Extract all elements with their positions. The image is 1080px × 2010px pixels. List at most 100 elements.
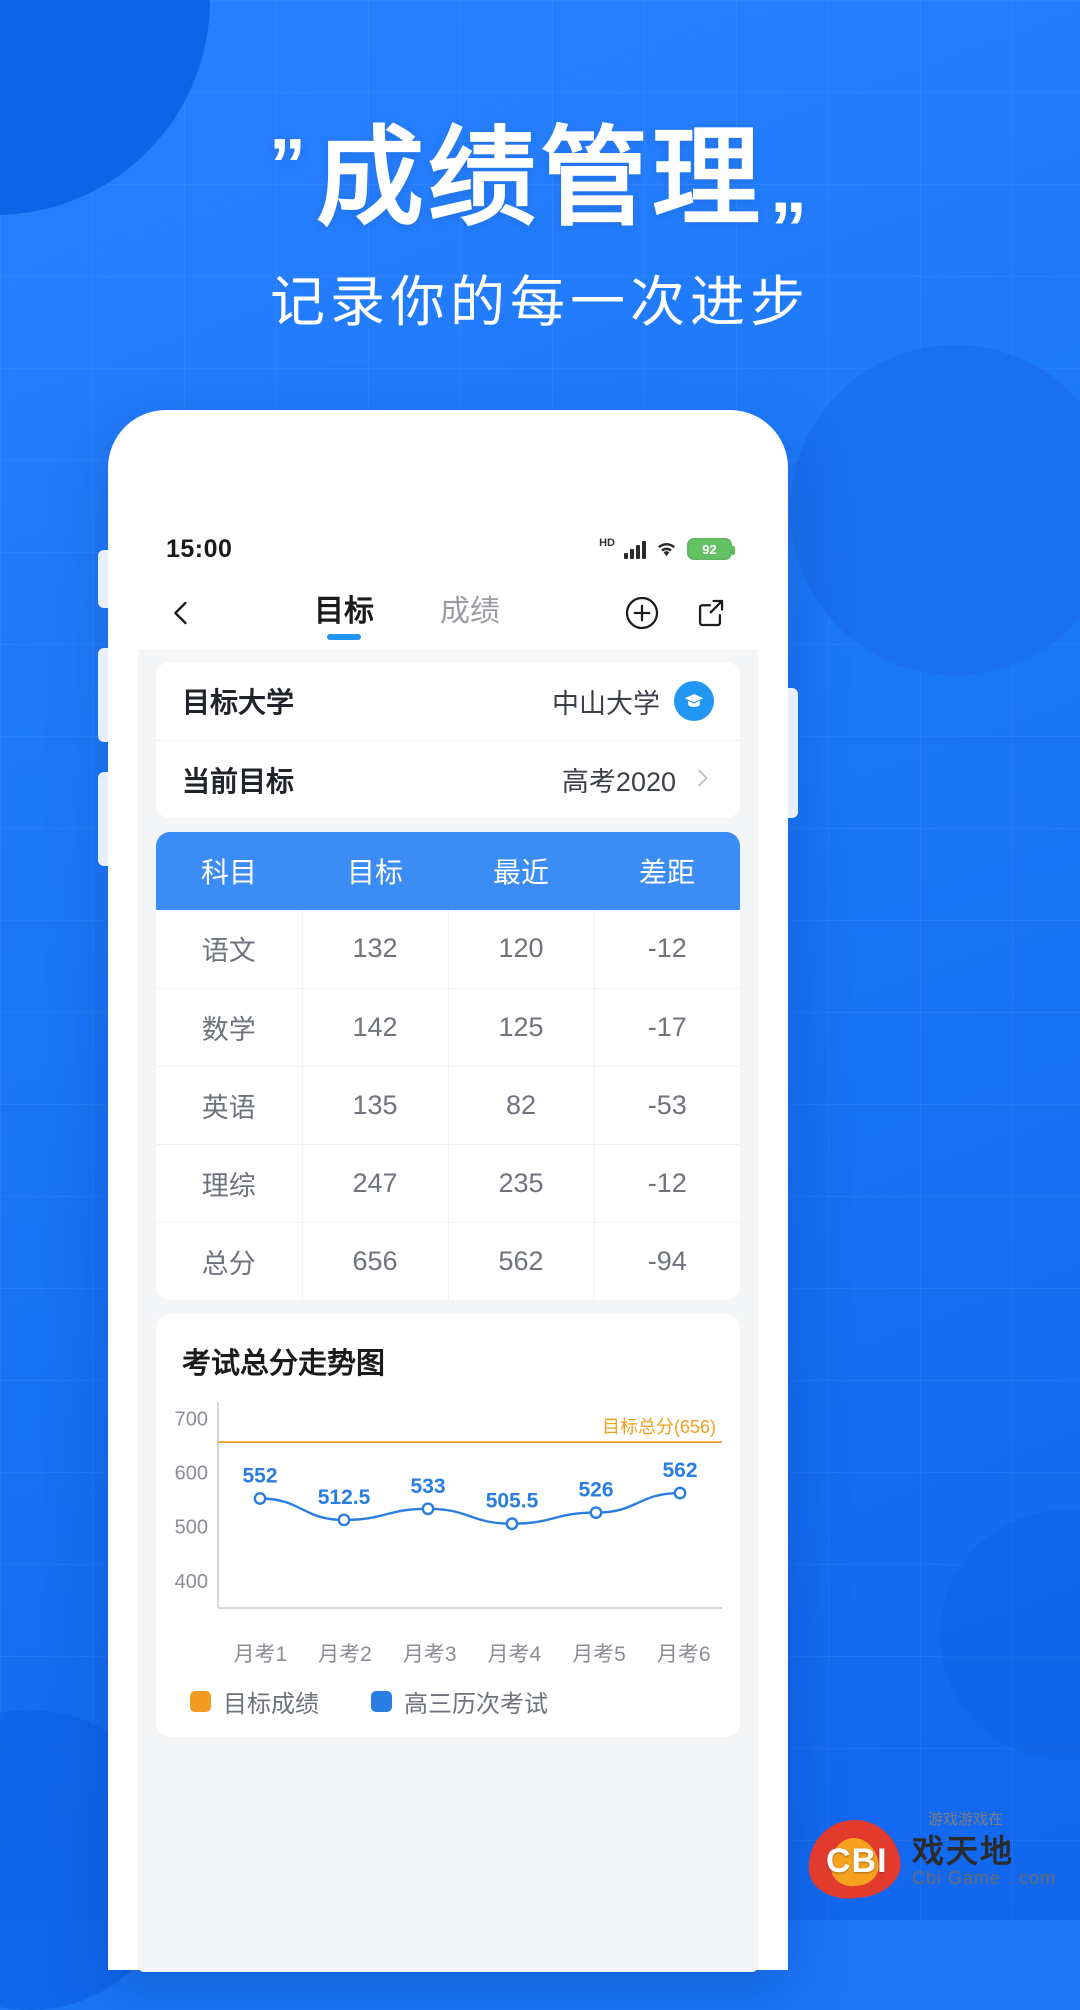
share-button[interactable] — [690, 593, 730, 633]
cell-recent: 82 — [448, 1066, 595, 1145]
cell-gap: -17 — [594, 988, 740, 1067]
watermark-brand: CBI — [826, 1842, 888, 1880]
cell-gap: -53 — [594, 1066, 740, 1145]
trend-chart-card: 考试总分走势图 400 500 600 700 目标总分(656) 552 512.5 533… — [156, 1314, 740, 1737]
phone-button-mute — [98, 550, 108, 608]
svg-text:600: 600 — [175, 1462, 208, 1484]
goal-row-university[interactable]: 目标大学 中山大学 — [156, 662, 740, 740]
col-target: 目标 — [302, 832, 448, 910]
add-button[interactable] — [622, 593, 662, 633]
status-bar: 15:00 HD 92 — [138, 522, 758, 576]
phone-mockup: 15:00 HD 92 目标 成绩 目标大学 中山大学 当前目标 高考2020 … — [98, 410, 798, 1972]
legend-swatch-icon — [190, 1691, 211, 1712]
svg-text:562: 562 — [662, 1459, 697, 1482]
svg-text:512.5: 512.5 — [318, 1486, 371, 1509]
cell-subject: 数学 — [156, 988, 303, 1067]
table-row[interactable]: 总分 656 562 -94 — [156, 1222, 740, 1300]
chart-title: 考试总分走势图 — [182, 1348, 386, 1380]
plus-circle-icon — [625, 596, 659, 630]
chart-legend: 目标成绩 高三历次考试 — [156, 1668, 740, 1719]
cell-gap: -12 — [594, 1144, 740, 1223]
svg-text:533: 533 — [410, 1475, 445, 1498]
hero-title-line: ” 成绩管理 „ — [269, 117, 811, 239]
cell-recent: 562 — [448, 1222, 595, 1300]
chevron-right-icon — [690, 766, 714, 794]
col-gap: 差距 — [594, 832, 740, 910]
share-external-icon — [698, 599, 724, 627]
page-title: 成绩管理 — [315, 117, 764, 238]
cell-subject: 语文 — [156, 910, 303, 989]
table-row[interactable]: 数学 142 125 -17 — [156, 988, 740, 1067]
trend-chart: 400 500 600 700 目标总分(656) 552 512.5 533 505.5 526… — [156, 1388, 740, 1636]
cell-target: 142 — [302, 988, 449, 1067]
cell-subject: 理综 — [156, 1144, 303, 1223]
tab-score[interactable]: 成绩 — [440, 586, 500, 640]
legend-label: 目标成绩 — [223, 1691, 319, 1718]
tab-goal[interactable]: 目标 — [314, 586, 374, 640]
goal-value: 高考2020 — [561, 767, 676, 797]
cell-recent: 120 — [448, 910, 595, 989]
hd-icon: HD — [599, 536, 615, 549]
svg-text:700: 700 — [175, 1408, 208, 1430]
svg-text:526: 526 — [578, 1479, 613, 1502]
cell-target: 247 — [302, 1144, 449, 1223]
cell-target: 656 — [302, 1222, 449, 1300]
nav-tabs: 目标 成绩 — [202, 586, 612, 640]
cell-recent: 235 — [448, 1144, 595, 1223]
cell-subject: 英语 — [156, 1066, 303, 1145]
phone-screen: 15:00 HD 92 目标 成绩 目标大学 中山大学 当前目标 高考2020 … — [138, 522, 758, 1972]
app-navbar: 目标 成绩 — [138, 576, 758, 650]
phone-button-volume-down — [98, 772, 108, 866]
goal-label: 当前目标 — [182, 765, 295, 797]
chevron-left-icon — [174, 601, 187, 625]
svg-text:552: 552 — [242, 1464, 277, 1487]
score-table-card: 科目 目标 最近 差距 语文 132 120 -12 数学 142 125 -1… — [156, 832, 740, 1300]
svg-text:目标总分(656): 目标总分(656) — [602, 1417, 716, 1437]
col-subject: 科目 — [156, 832, 302, 910]
watermark-site-name: 戏天地 — [912, 1833, 1015, 1869]
goal-row-current[interactable]: 当前目标 高考2020 — [156, 740, 740, 818]
chart-x-axis: 月考1 月考2 月考3 月考4 月考5 月考6 — [156, 1638, 740, 1668]
cell-gap: -94 — [647, 1245, 687, 1276]
graduation-cap-icon — [674, 681, 714, 721]
svg-text:400: 400 — [175, 1571, 208, 1593]
table-row[interactable]: 语文 132 120 -12 — [156, 910, 740, 989]
cell-subject: 总分 — [156, 1222, 303, 1300]
x-axis-label: 月考2 — [318, 1643, 372, 1666]
cell-gap: -12 — [594, 910, 740, 989]
table-header-row: 科目 目标 最近 差距 — [156, 832, 740, 910]
nav-actions — [622, 593, 730, 633]
quote-close-mark: „ — [770, 145, 811, 229]
x-axis-label: 月考3 — [402, 1643, 457, 1666]
x-axis-label: 月考1 — [233, 1643, 288, 1666]
status-icons: HD 92 — [599, 536, 735, 560]
battery-icon: 92 — [687, 538, 735, 560]
legend-swatch-icon — [371, 1691, 392, 1712]
score-table: 科目 目标 最近 差距 语文 132 120 -12 数学 142 125 -1… — [156, 832, 740, 1300]
svg-text:500: 500 — [175, 1517, 208, 1539]
legend-label: 高三历次考试 — [404, 1691, 548, 1718]
table-row[interactable]: 英语 135 82 -53 — [156, 1066, 740, 1145]
legend-item-exams: 高三历次考试 — [371, 1684, 548, 1719]
hero-header: ” 成绩管理 „ 记录你的每一次进步 — [0, 117, 1080, 337]
signal-bars-icon — [624, 540, 646, 559]
goal-value-wrap: 中山大学 — [552, 681, 714, 721]
watermark-site-url: Cbi Game . com — [912, 1868, 1057, 1888]
table-row[interactable]: 理综 247 235 -12 — [156, 1144, 740, 1223]
goal-value-wrap: 高考2020 — [562, 760, 714, 799]
score-table-body: 语文 132 120 -12 数学 142 125 -17 英语 135 82 … — [156, 910, 740, 1300]
phone-button-volume-up — [98, 648, 108, 742]
x-axis-label: 月考4 — [487, 1643, 542, 1666]
battery-level: 92 — [702, 541, 717, 557]
hero-subtitle: 记录你的每一次进步 — [269, 270, 810, 333]
status-time: 15:00 — [166, 534, 233, 563]
legend-item-target: 目标成绩 — [190, 1684, 319, 1719]
wifi-icon — [655, 540, 678, 558]
cell-recent: 125 — [448, 988, 595, 1067]
screen-content: 目标大学 中山大学 当前目标 高考2020 科目 目标 最近 差距 语文 132… — [138, 650, 758, 1737]
goal-card: 目标大学 中山大学 当前目标 高考2020 — [156, 662, 740, 818]
cell-target: 135 — [302, 1066, 449, 1145]
score-table-head: 科目 目标 最近 差距 — [156, 832, 740, 910]
phone-button-power — [788, 688, 798, 818]
site-watermark: CBI 游戏游戏在 戏天地 Cbi Game . com — [804, 1811, 1058, 1903]
